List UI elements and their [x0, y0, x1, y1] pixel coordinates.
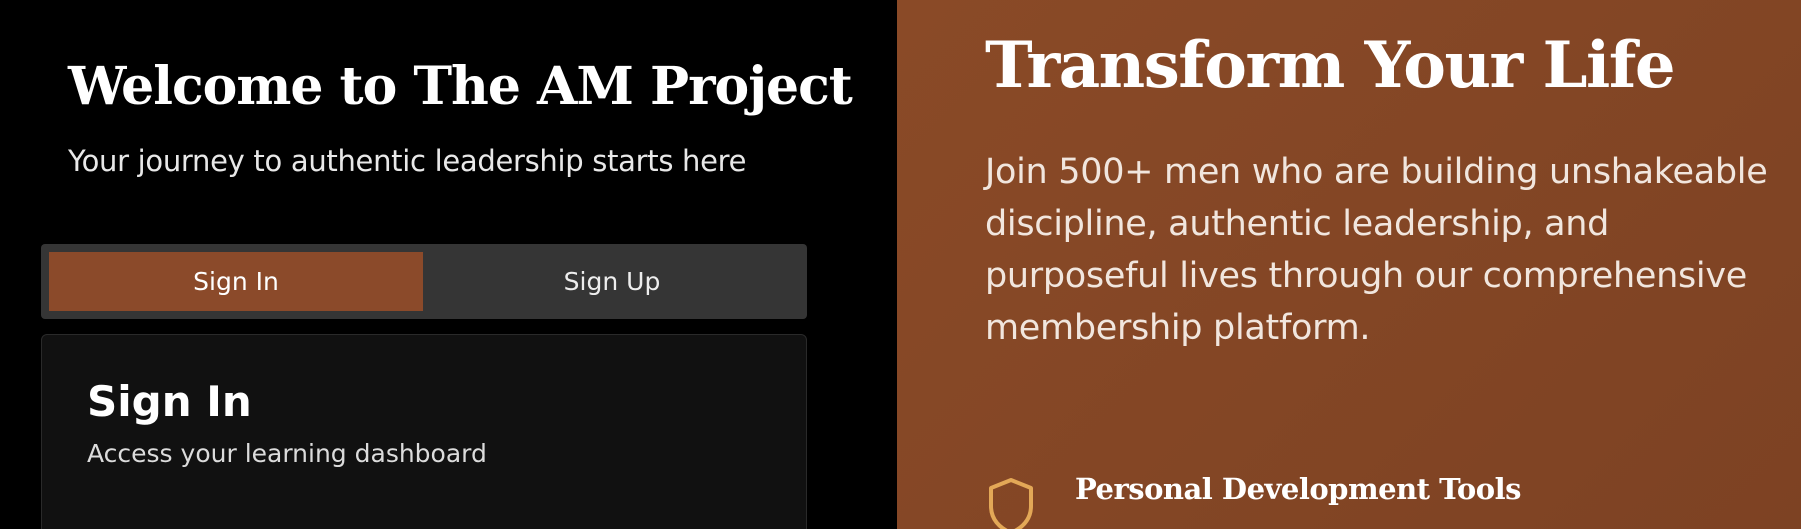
feature-title: Personal Development Tools	[1075, 472, 1521, 506]
auth-tabs: Sign In Sign Up	[41, 244, 807, 319]
card-subtitle: Access your learning dashboard	[87, 439, 487, 468]
shield-icon	[985, 476, 1037, 529]
hero-body: Join 500+ men who are building unshakeab…	[985, 152, 1768, 348]
marketing-panel: Transform Your Life Join 500+ men who ar…	[897, 0, 1801, 529]
tab-sign-in[interactable]: Sign In	[49, 252, 423, 311]
auth-panel: Welcome to The AM Project Your journey t…	[0, 0, 897, 529]
tab-sign-up[interactable]: Sign Up	[425, 252, 799, 311]
tagline: Your journey to authentic leadership sta…	[68, 144, 747, 178]
hero-title: Transform Your Life	[985, 28, 1676, 103]
card-title: Sign In	[87, 377, 252, 426]
sign-in-card: Sign In Access your learning dashboard	[41, 334, 807, 529]
welcome-title: Welcome to The AM Project	[68, 56, 853, 117]
